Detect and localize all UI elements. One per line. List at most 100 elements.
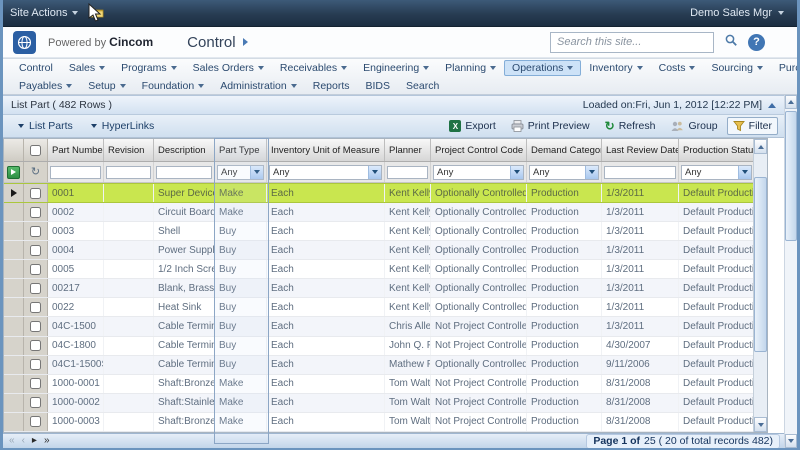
filter-select-part_type[interactable]: Any [217, 165, 264, 180]
menu-row-bottom: PayablesSetupFoundationAdministrationRep… [3, 77, 797, 95]
menu-item-payables[interactable]: Payables [11, 78, 80, 94]
menu-item-purchasing[interactable]: Purchasing [771, 60, 800, 76]
table-row[interactable]: 0002Circuit BoardMakeEachKent KellyOptio… [4, 203, 754, 222]
scroll-up-icon[interactable] [785, 95, 797, 109]
apply-filter-button[interactable] [7, 166, 20, 179]
row-checkbox[interactable] [30, 397, 41, 408]
help-icon[interactable]: ? [748, 34, 765, 51]
menu-item-bids[interactable]: BIDS [358, 78, 399, 94]
filter-input-planner[interactable] [387, 166, 428, 179]
filter-input-description[interactable] [156, 166, 212, 179]
menu-item-operations[interactable]: Operations [504, 60, 581, 76]
filter-select-uom[interactable]: Any [269, 165, 382, 180]
row-checkbox[interactable] [30, 188, 41, 199]
column-header-demand-category[interactable]: Demand Category [527, 139, 602, 161]
column-header-planner[interactable]: Planner [385, 139, 431, 161]
menu-item-programs[interactable]: Programs [113, 60, 185, 76]
table-row[interactable]: 00051/2 Inch ScrewBuyEachKent KellyOptio… [4, 260, 754, 279]
prev-page-icon[interactable]: ‹ [22, 436, 25, 446]
menu-item-planning[interactable]: Planning [437, 60, 504, 76]
menu-item-administration[interactable]: Administration [212, 78, 305, 94]
row-checkbox[interactable] [30, 245, 41, 256]
menu-item-receivables[interactable]: Receivables [272, 60, 355, 76]
column-header-production-status[interactable]: Production Status [679, 139, 754, 161]
scrollbar-thumb[interactable] [754, 177, 767, 352]
table-row[interactable]: 0003ShellBuyEachKent KellyOptionally Con… [4, 222, 754, 241]
column-header-part-type[interactable]: Part Type [215, 139, 267, 161]
row-checkbox[interactable] [30, 283, 41, 294]
export-button[interactable]: XExport [443, 117, 501, 135]
column-header-revision[interactable]: Revision [104, 139, 154, 161]
row-checkbox[interactable] [30, 226, 41, 237]
filter-select-pcc[interactable]: Any [433, 165, 524, 180]
menu-item-search[interactable]: Search [398, 78, 447, 94]
filter-input-revision[interactable] [106, 166, 151, 179]
column-header-last-review-date[interactable]: Last Review Date [602, 139, 679, 161]
row-checkbox[interactable] [30, 302, 41, 313]
menu-item-setup[interactable]: Setup [80, 78, 133, 94]
row-checkbox[interactable] [30, 264, 41, 275]
menu-item-reports[interactable]: Reports [305, 78, 358, 94]
row-checkbox[interactable] [30, 340, 41, 351]
site-actions-menu[interactable]: Site Actions [10, 7, 78, 19]
table-row[interactable]: 04C-1800Cable TerminalBuyEachJohn Q. Pil… [4, 337, 754, 356]
menu-item-inventory[interactable]: Inventory [581, 60, 650, 76]
table-row[interactable]: 04C-1500Cable TerminalBuyEachChris Allen… [4, 317, 754, 336]
search-input[interactable] [550, 32, 714, 53]
row-checkbox[interactable] [30, 321, 41, 332]
menu-item-costs[interactable]: Costs [651, 60, 704, 76]
first-page-icon[interactable]: « [9, 436, 15, 446]
filter-input-part_number[interactable] [50, 166, 101, 179]
cell-part_number: 04C-1800 [48, 337, 104, 355]
select-all-checkbox[interactable] [30, 145, 41, 156]
cell-planner: Kent Kelly [385, 222, 431, 240]
row-checkbox[interactable] [30, 416, 41, 427]
table-row[interactable]: 1000-0003Shaft:Bronze (FMakeEachTom Walt… [4, 413, 754, 432]
menu-item-sales-orders[interactable]: Sales Orders [185, 60, 272, 76]
scroll-up-icon[interactable] [754, 139, 767, 154]
scroll-down-icon[interactable] [785, 434, 797, 448]
print-preview-button[interactable]: Print Preview [505, 117, 596, 135]
table-row[interactable]: 1000-0002Shaft:StainlessMakeEachTom Walt… [4, 394, 754, 413]
search-icon[interactable] [724, 33, 738, 52]
group-button[interactable]: Group [664, 117, 723, 135]
last-page-icon[interactable]: » [44, 436, 50, 446]
collapse-icon[interactable] [768, 103, 776, 108]
app-title-label: Control [187, 34, 235, 51]
scrollbar-thumb[interactable] [785, 111, 797, 241]
menu-item-engineering[interactable]: Engineering [355, 60, 437, 76]
row-checkbox[interactable] [30, 207, 41, 218]
row-checkbox[interactable] [30, 359, 41, 370]
column-header-inventory-unit-of-measure[interactable]: Inventory Unit of Measure [267, 139, 385, 161]
tab-list-parts[interactable]: List Parts [9, 118, 82, 134]
table-row[interactable]: 00217Blank, Brass #2BuyEachKent KellyOpt… [4, 279, 754, 298]
table-row[interactable]: 04C1-1500SPCable TerminalBuyEachMathew P… [4, 356, 754, 375]
column-header-project-control-code[interactable]: Project Control Code [431, 139, 527, 161]
column-header-part-number[interactable]: Part Number [48, 139, 104, 161]
menu-item-sales[interactable]: Sales [61, 60, 113, 76]
filter-select-status[interactable]: Any [681, 165, 752, 180]
menu-item-foundation[interactable]: Foundation [134, 78, 213, 94]
column-header-description[interactable]: Description [154, 139, 215, 161]
table-row[interactable]: 1000-0001Shaft:Bronze (FMakeEachTom Walt… [4, 375, 754, 394]
chevron-down-icon [637, 66, 643, 70]
scroll-down-icon[interactable] [754, 417, 767, 432]
folder-icon[interactable] [88, 6, 104, 21]
page-title[interactable]: Control [187, 34, 247, 51]
table-row[interactable]: 0004Power SupplyBuyEachKent KellyOptiona… [4, 241, 754, 260]
filter-button[interactable]: Filter [727, 117, 778, 135]
filter-input-date[interactable] [604, 166, 676, 179]
row-checkbox[interactable] [30, 378, 41, 389]
table-row[interactable]: 0022Heat SinkBuyEachKent KellyOptionally… [4, 298, 754, 317]
next-page-icon[interactable]: ▸ [32, 436, 37, 446]
table-row[interactable]: 0001Super DeviceMakeEachKent KellyOption… [4, 183, 754, 203]
row-indicator-cell [4, 375, 24, 393]
filter-select-demand[interactable]: Any [529, 165, 599, 180]
menu-item-control[interactable]: Control [11, 60, 61, 76]
cell-description: Shaft:Bronze (F [154, 375, 215, 393]
menu-item-sourcing[interactable]: Sourcing [703, 60, 770, 76]
tab-hyperlinks[interactable]: HyperLinks [82, 118, 164, 134]
refresh-button[interactable]: ↻Refresh [599, 117, 662, 135]
user-menu[interactable]: Demo Sales Mgr [690, 7, 784, 19]
refresh-filters-icon[interactable]: ↻ [31, 167, 40, 178]
